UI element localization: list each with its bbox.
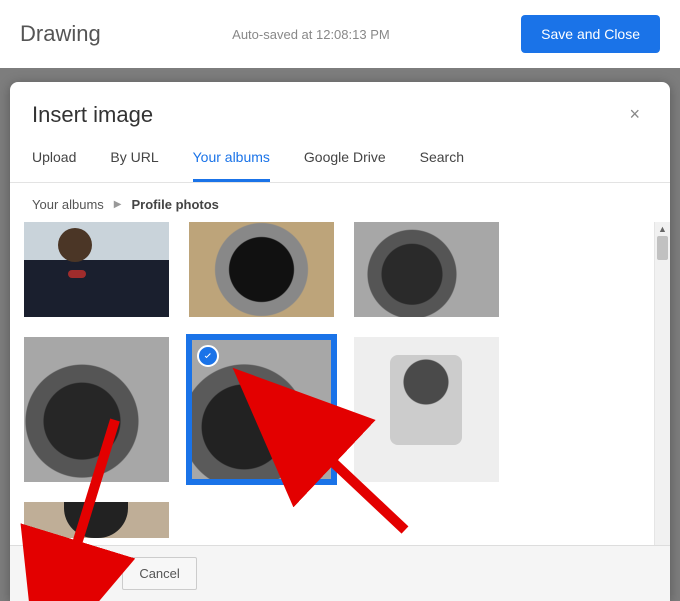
autosave-status: Auto-saved at 12:08:13 PM (101, 27, 521, 42)
chevron-right-icon: ▶ (114, 199, 122, 210)
select-button[interactable]: Select (32, 557, 108, 590)
breadcrumb-current: Profile photos (132, 197, 219, 212)
thumbnail-headlight-closeup[interactable] (189, 337, 334, 482)
tab-bar: Upload By URL Your albums Google Drive S… (10, 137, 670, 183)
tab-google-drive[interactable]: Google Drive (304, 137, 386, 182)
app-header: Drawing Auto-saved at 12:08:13 PM Save a… (0, 0, 680, 68)
scroll-up-icon[interactable]: ▲ (655, 224, 670, 234)
selected-check-icon (197, 345, 219, 367)
breadcrumb-root[interactable]: Your albums (32, 197, 104, 212)
thumbnail-portrait-partial[interactable] (24, 502, 169, 538)
close-icon[interactable]: × (621, 100, 648, 129)
modal-footer: Select Cancel (10, 545, 670, 601)
breadcrumb: Your albums ▶ Profile photos (10, 183, 670, 222)
thumbnail-portrait-necklace[interactable] (24, 222, 169, 317)
modal-title: Insert image (32, 102, 153, 128)
cancel-button[interactable]: Cancel (122, 557, 196, 590)
save-and-close-button[interactable]: Save and Close (521, 15, 660, 53)
insert-image-modal: Insert image × Upload By URL Your albums… (10, 82, 670, 601)
app-title: Drawing (20, 21, 101, 47)
tab-your-albums[interactable]: Your albums (193, 137, 270, 182)
tab-by-url[interactable]: By URL (110, 137, 158, 182)
thumbnail-car-wheel[interactable] (189, 222, 334, 317)
modal-header: Insert image × (10, 82, 670, 137)
thumbnail-portrait-glasses-bw[interactable] (354, 337, 499, 482)
scrollbar-thumb[interactable] (657, 236, 668, 260)
thumbnail-headlight-dark[interactable] (354, 222, 499, 317)
tab-search[interactable]: Search (420, 137, 464, 182)
tab-upload[interactable]: Upload (32, 137, 76, 182)
thumbnail-headlight-side[interactable] (24, 337, 169, 482)
